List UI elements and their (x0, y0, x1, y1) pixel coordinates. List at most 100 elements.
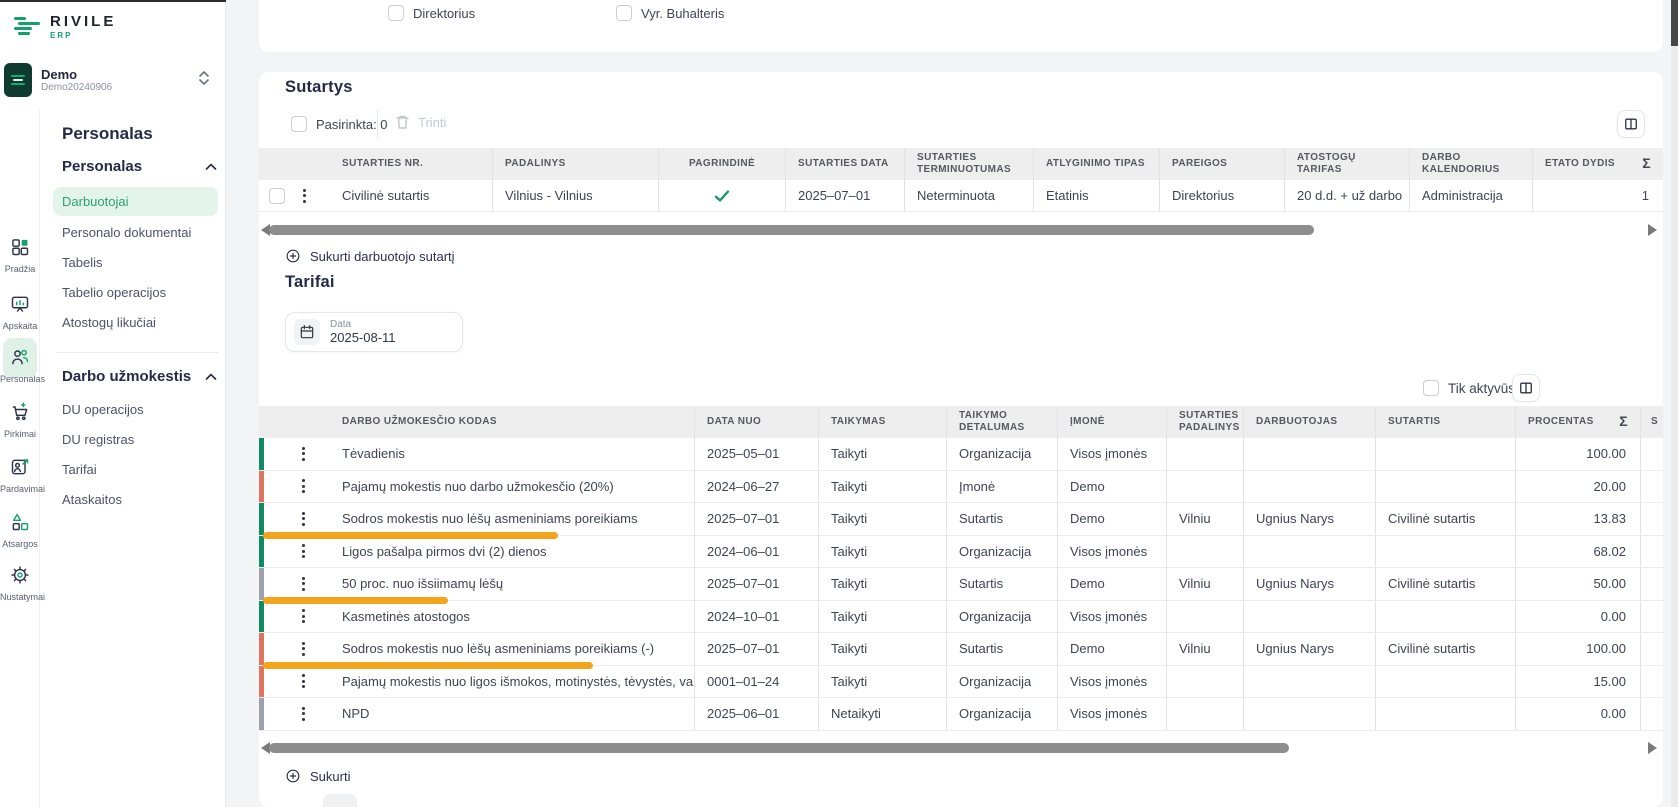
menu-section-darbo-uzmokestis[interactable]: Darbo užmokestis (62, 368, 217, 385)
row-menu-button[interactable] (299, 574, 308, 594)
cell-du-kodas: 50 proc. nuo išsiimamų lėšų (330, 568, 694, 600)
tarifai-columns-button[interactable] (1512, 374, 1540, 402)
row-checkbox[interactable] (269, 188, 285, 204)
col-darbuotojas: Darbuotojas (1243, 406, 1375, 438)
row-status-bar (259, 503, 264, 535)
cell-sutartis (1375, 471, 1515, 503)
row-menu-button[interactable] (300, 186, 309, 206)
col-taikymo-detalumas: Taikymo detalumas (946, 406, 1057, 438)
cell-sutarties-padalinys (1166, 666, 1243, 698)
rail-item-pradzia[interactable]: Pradžia (0, 237, 40, 274)
brand-product: ERP (50, 32, 116, 40)
cell-next-clipped (1640, 601, 1663, 633)
cell-padalinys: Vilnius - Vilnius (492, 180, 658, 211)
date-picker[interactable]: Data 2025-08-11 (285, 312, 463, 352)
sidebar-item-tabelis[interactable]: Tabelis (62, 255, 102, 270)
cell-taikymo-detalumas: Organizacija (946, 438, 1057, 470)
cell-data-nuo: 2025–07–01 (694, 503, 818, 535)
row-menu-button[interactable] (299, 704, 308, 724)
row-menu-button[interactable] (299, 476, 308, 496)
window-vscroll-thumb[interactable] (1671, 0, 1678, 46)
pagination-stub[interactable] (323, 794, 357, 807)
cell-darbuotojas (1243, 471, 1375, 503)
row-status-bar (259, 568, 264, 600)
circle-plus-icon (285, 768, 301, 784)
cell-procentas: 50.00 (1515, 568, 1640, 600)
highlight-underline (263, 532, 558, 539)
cell-next-clipped (1640, 568, 1663, 600)
create-contract-link[interactable]: Sukurti darbuotojo sutartį (285, 248, 455, 264)
cell-sutartis: Civilinė sutartis (1375, 633, 1515, 665)
row-menu-button[interactable] (299, 444, 308, 464)
sidebar-item-atostogu-likuciai[interactable]: Atostogų likučiai (62, 315, 156, 330)
row-menu-button[interactable] (299, 541, 308, 561)
rail-item-apskaita[interactable]: Apskaita (0, 294, 40, 331)
col-etato-dydis: Etato dydis Σ (1532, 148, 1663, 180)
menu-section-personalas[interactable]: Personalas (62, 158, 217, 175)
rail-item-nustatymai[interactable]: Nustatymai (0, 565, 40, 602)
table-row: Kasmetinės atostogos 2024–10–01 Taikyti … (259, 601, 1663, 634)
rail-item-pardavimai[interactable]: Pardavimai (0, 457, 40, 494)
row-menu-button[interactable] (299, 671, 308, 691)
rail-label: Atsargos (0, 539, 40, 549)
sidebar-item-du-operacijos[interactable]: DU operacijos (62, 402, 144, 417)
vyr-buhalteris-label: Vyr. Buhalteris (641, 6, 724, 21)
rail-label: Pirkimai (0, 429, 40, 439)
col-next-clipped: S (1640, 406, 1663, 438)
cell-sutartis (1375, 438, 1515, 470)
chevron-up-icon (205, 163, 217, 171)
rail-item-personalas[interactable]: Personalas (0, 347, 40, 384)
tarifai-hscrollbar (259, 740, 1663, 756)
scroll-right-arrow[interactable] (1648, 224, 1657, 236)
cell-procentas: 0.00 (1515, 601, 1640, 633)
scroll-thumb[interactable] (269, 225, 1314, 235)
row-menu-button[interactable] (299, 509, 308, 529)
sidebar-item-darbuotojai[interactable]: Darbuotojai (53, 187, 218, 216)
table-row: Ligos pašalpa pirmos dvi (2) dienos 2024… (259, 536, 1663, 569)
rail-label: Nustatymai (0, 592, 40, 602)
cell-atlyginimo-tipas: Etatinis (1033, 180, 1159, 211)
cell-taikymo-detalumas: Organizacija (946, 666, 1057, 698)
rail-item-atsargos[interactable]: Atsargos (0, 512, 40, 549)
cell-taikymo-detalumas: Sutartis (946, 503, 1057, 535)
cell-data-nuo: 2025–06–01 (694, 698, 818, 730)
sutartys-columns-button[interactable] (1617, 110, 1645, 138)
trash-icon (395, 114, 410, 130)
rail-label: Pardavimai (0, 484, 40, 494)
sutartys-table: Sutarties nr. Padalinys Pagrindinė Sutar… (259, 148, 1663, 212)
rail-label: Personalas (0, 374, 40, 384)
nav-rail: Pradžia Apskaita (0, 110, 40, 807)
toolbar-divider (377, 110, 378, 140)
cell-imone: Demo (1057, 471, 1166, 503)
scroll-thumb[interactable] (269, 743, 1289, 753)
cell-sutarties-padalinys: Vilniu (1166, 568, 1243, 600)
select-all-checkbox[interactable] (291, 116, 307, 132)
create-tariff-link[interactable]: Sukurti (285, 768, 350, 784)
sidebar-item-ataskaitos[interactable]: Ataskaitos (62, 492, 122, 507)
cell-procentas: 0.00 (1515, 698, 1640, 730)
rail-item-pirkimai[interactable]: Pirkimai (0, 402, 40, 439)
cell-data-nuo: 2024–10–01 (694, 601, 818, 633)
direktorius-checkbox[interactable] (388, 5, 404, 21)
sidebar-item-du-registras[interactable]: DU registras (62, 432, 134, 447)
workspace-logo (4, 63, 32, 97)
vyr-buhalteris-checkbox[interactable] (616, 5, 632, 21)
sidebar-item-tarifai[interactable]: Tarifai (62, 462, 97, 477)
only-active-checkbox[interactable] (1423, 380, 1439, 396)
sidebar-item-personalo-dokumentai[interactable]: Personalo dokumentai (62, 225, 191, 240)
workspace-selector[interactable]: Demo Demo20240906 (4, 60, 220, 100)
row-menu-button[interactable] (299, 606, 308, 626)
cell-sutarties-padalinys: Vilniu (1166, 633, 1243, 665)
scroll-right-arrow[interactable] (1648, 742, 1657, 754)
delete-button[interactable]: Trinti (395, 114, 446, 130)
cell-taikymo-detalumas: Sutartis (946, 568, 1057, 600)
row-menu-button[interactable] (299, 639, 308, 659)
cell-procentas: 20.00 (1515, 471, 1640, 503)
cell-next-clipped (1640, 698, 1663, 730)
cell-taikymas: Taikyti (818, 633, 946, 665)
cell-sutarties-padalinys (1166, 601, 1243, 633)
col-sutarties-padalinys: Sutarties padalinys (1166, 406, 1243, 438)
cell-etato-dydis: 1 (1532, 180, 1663, 211)
cell-taikymo-detalumas: Organizacija (946, 601, 1057, 633)
sidebar-item-tabelio-operacijos[interactable]: Tabelio operacijos (62, 285, 166, 300)
